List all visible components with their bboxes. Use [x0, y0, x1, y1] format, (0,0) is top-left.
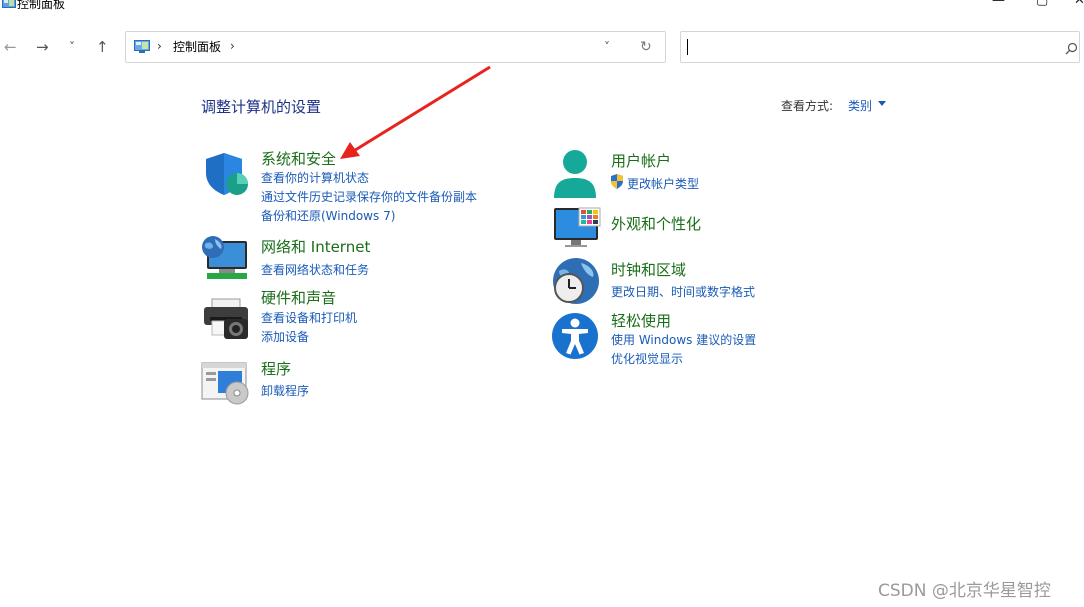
search-input[interactable]	[680, 31, 1080, 63]
text-caret	[687, 39, 688, 55]
network-icon[interactable]	[201, 235, 249, 281]
view-by-label: 查看方式:	[781, 99, 834, 113]
window-title: 控制面板	[17, 0, 66, 11]
category-title-ease-of-access[interactable]: 轻松使用	[611, 310, 671, 331]
programs-icon[interactable]	[201, 361, 251, 405]
title-bar: 控制面板 — ▢ ✕	[0, 0, 1084, 16]
link-recommended-settings[interactable]: 使用 Windows 建议的设置	[611, 331, 756, 348]
breadcrumb-separator[interactable]: ›	[230, 39, 235, 53]
clock-globe-icon[interactable]	[551, 257, 601, 307]
up-button[interactable]: ↑	[96, 39, 109, 55]
maximize-button[interactable]: ▢	[1036, 0, 1048, 8]
category-title-programs[interactable]: 程序	[261, 358, 291, 379]
category-title-system-security[interactable]: 系统和安全	[261, 148, 336, 169]
link-uninstall-program[interactable]: 卸载程序	[261, 382, 309, 399]
minimize-button[interactable]: —	[992, 0, 1005, 8]
link-change-date-time-format[interactable]: 更改日期、时间或数字格式	[611, 283, 755, 300]
category-title-hardware-sound[interactable]: 硬件和声音	[261, 287, 336, 308]
annotation-arrow	[340, 65, 491, 159]
refresh-button[interactable]: ↻	[640, 39, 652, 55]
search-icon[interactable]	[1065, 42, 1078, 55]
breadcrumb-item[interactable]: 控制面板	[173, 38, 221, 55]
link-backup-restore[interactable]: 备份和还原(Windows 7)	[261, 207, 395, 224]
user-icon[interactable]	[552, 148, 598, 200]
control-panel-icon	[2, 0, 16, 8]
close-button[interactable]: ✕	[1074, 0, 1084, 8]
category-title-user-accounts[interactable]: 用户帐户	[611, 150, 671, 171]
page-title: 调整计算机的设置	[201, 98, 322, 116]
uac-shield-icon	[611, 174, 623, 189]
link-view-network-status[interactable]: 查看网络状态和任务	[261, 261, 369, 278]
printer-icon[interactable]	[202, 297, 250, 341]
recent-locations-button[interactable]: ˅	[69, 39, 75, 55]
link-file-history[interactable]: 通过文件历史记录保存你的文件备份副本	[261, 188, 477, 205]
forward-button[interactable]: →	[36, 39, 49, 55]
shield-icon[interactable]	[203, 151, 249, 197]
breadcrumb-separator[interactable]: ›	[157, 39, 162, 53]
link-optimize-visual-display[interactable]: 优化视觉显示	[611, 350, 683, 367]
category-title-appearance[interactable]: 外观和个性化	[611, 213, 701, 234]
link-devices-printers[interactable]: 查看设备和打印机	[261, 309, 357, 326]
category-title-network-internet[interactable]: 网络和 Internet	[261, 236, 370, 257]
chevron-down-icon[interactable]	[878, 101, 886, 106]
accessibility-icon[interactable]	[551, 312, 601, 360]
link-add-device[interactable]: 添加设备	[261, 328, 309, 345]
link-change-account-type[interactable]: 更改帐户类型	[627, 175, 699, 192]
monitor-icon[interactable]	[552, 205, 602, 249]
watermark: CSDN @北京华星智控	[878, 581, 1051, 601]
address-dropdown-button[interactable]: ˅	[604, 40, 610, 54]
view-by-dropdown[interactable]: 类别	[848, 97, 872, 114]
address-bar[interactable]: › 控制面板 › ˅ ↻	[125, 31, 666, 63]
back-button[interactable]: ←	[4, 39, 17, 55]
control-panel-icon	[134, 40, 150, 53]
category-title-clock-region[interactable]: 时钟和区域	[611, 259, 686, 280]
